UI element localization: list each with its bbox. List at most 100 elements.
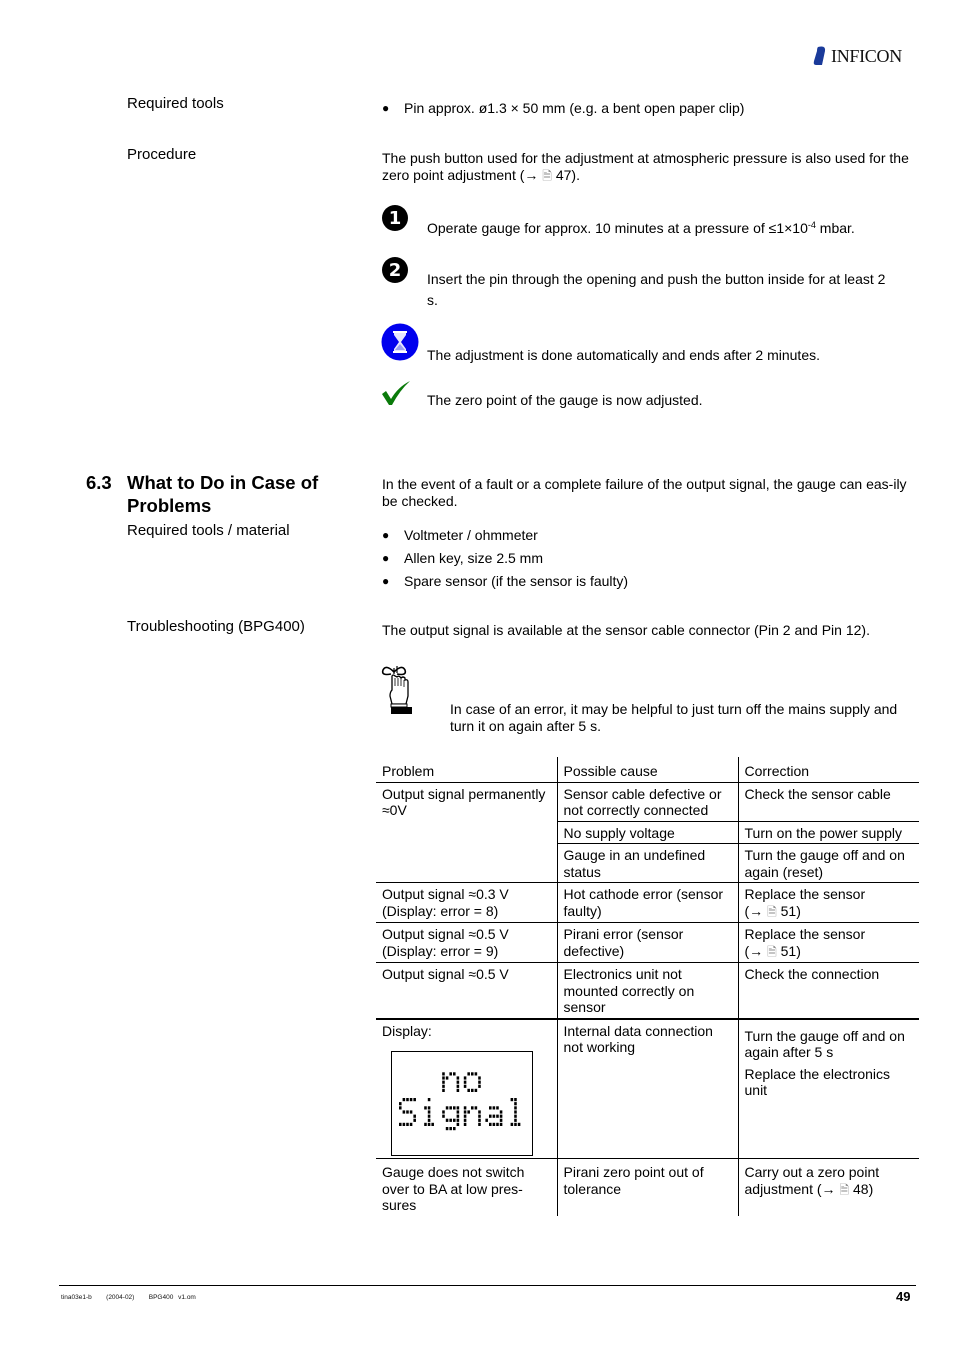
lcd-display: [391, 1051, 533, 1156]
lcd-pixel: [413, 1098, 416, 1102]
lcd-pixel: [499, 1122, 503, 1126]
correction-cell: Check the sensor cable: [737, 782, 919, 822]
footer-divider: [59, 1285, 916, 1286]
lcd-pixel: [409, 1122, 413, 1126]
lcd-pixel: [492, 1122, 496, 1126]
lcd-pixel: [449, 1127, 452, 1131]
lcd-pixel: [478, 1076, 481, 1080]
lcd-pixel: [463, 1076, 467, 1080]
page-number: 49: [896, 1289, 911, 1304]
cause-cell: Hot cathode error (sensor faulty): [556, 882, 738, 923]
lcd-pixel: [478, 1114, 481, 1118]
lcd-pixel: [496, 1122, 499, 1126]
procedure-label: Procedure: [127, 146, 197, 163]
lcd-pixel: [478, 1122, 481, 1126]
inficon-logo-icon: [813, 46, 826, 65]
lcd-pixel: [406, 1110, 409, 1114]
lcd-pixel: [453, 1118, 456, 1122]
lcd-pixel: [474, 1072, 478, 1076]
procedure-intro: The push button used for the adjustment …: [382, 150, 909, 183]
correction-cell: Turn the gauge off and on again after 5 …: [737, 1018, 919, 1159]
lcd-pixel: [496, 1106, 499, 1110]
required-material-label: Required tools / material: [127, 522, 290, 539]
lcd-pixel: [467, 1110, 470, 1114]
required-tools-label: Required tools: [127, 95, 224, 112]
step-1-icon: 1: [382, 205, 408, 231]
lcd-pixel: [445, 1118, 449, 1122]
lcd-pixel: [442, 1080, 445, 1084]
lcd-pixel: [453, 1072, 456, 1076]
problem-cell: Display:: [376, 1018, 557, 1159]
section-heading: 6.3 What to Do in Case of Problems: [86, 471, 337, 517]
correction-cell: Check the connection: [737, 962, 919, 1020]
lcd-pixel: [445, 1127, 449, 1131]
lcd-pixel: [474, 1106, 478, 1110]
correction-cell: Replace the sensor (→ 🗎 51): [737, 922, 919, 963]
lcd-pixel: [492, 1114, 496, 1118]
lcd-pixel: [413, 1114, 416, 1118]
lcd-pixel: [406, 1098, 409, 1102]
lcd-pixel: [496, 1114, 499, 1118]
step-1-text: Operate gauge for approx. 10 minutes at …: [427, 220, 855, 236]
lcd-pixel: [427, 1114, 431, 1118]
page-ref[interactable]: 51: [781, 943, 797, 959]
result-text: The zero point of the gauge is now adjus…: [427, 392, 703, 408]
lcd-pixel: [442, 1114, 445, 1118]
wait-text: The adjustment is done automatically and…: [427, 347, 820, 363]
cause-cell: Sensor cable defective or not correctly …: [556, 782, 738, 822]
lcd-pixel: [471, 1072, 474, 1076]
lcd-pixel: [471, 1106, 474, 1110]
troubleshooting-table: Problem Possible cause Correction Output…: [376, 757, 919, 1216]
required-material-list: ● Voltmeter / ohmmeter ● Allen key, size 2…: [382, 527, 628, 590]
cause-cell: Pirani zero point out of tolerance: [556, 1158, 738, 1216]
table-row: Output signal ≈0.3 V (Display: error = 8…: [376, 882, 919, 923]
section-title: What to Do in Case of Problems: [127, 472, 319, 516]
table-row: Display: Internal data connection not wo…: [376, 1018, 919, 1159]
lcd-pixel: [478, 1118, 481, 1122]
lcd-pixel: [402, 1110, 406, 1114]
lcd-pixel: [463, 1114, 467, 1118]
lcd-pixel: [463, 1118, 467, 1122]
table-row: Output signal permanently ≈0V Sensor cab…: [376, 782, 919, 883]
lcd-pixel: [514, 1106, 517, 1110]
lcd-pixel: [442, 1072, 445, 1076]
lcd-pixel: [456, 1084, 460, 1088]
lcd-pixel: [514, 1118, 517, 1122]
lcd-pixel: [449, 1106, 452, 1110]
check-icon: [382, 381, 410, 405]
list-item: ● Spare sensor (if the sensor is faulty): [382, 573, 629, 589]
step-2-text: Insert the pin through the opening and p…: [427, 271, 886, 308]
page-ref[interactable]: 51: [781, 903, 797, 919]
lcd-pixel: [402, 1098, 406, 1102]
lcd-pixel: [478, 1110, 481, 1114]
lcd-pixel: [456, 1088, 460, 1092]
lcd-pixel: [499, 1114, 503, 1118]
lcd-pixel: [456, 1076, 460, 1080]
lcd-pixel: [514, 1114, 517, 1118]
column-header: Correction: [737, 757, 919, 783]
brand-name: INFICON: [831, 45, 902, 66]
correction-cell: Carry out a zero point adjustment (→ 🗎 4…: [737, 1158, 919, 1216]
lcd-pixel: [510, 1098, 514, 1102]
column-header: Problem: [376, 757, 557, 783]
lcd-pixel: [514, 1110, 517, 1114]
page-ref[interactable]: 47: [556, 167, 572, 183]
problem-cell: Output signal ≈0.5 V (Display: error = 9…: [376, 922, 557, 963]
lcd-pixel: [427, 1122, 431, 1126]
lcd-pixel: [427, 1118, 431, 1122]
page-ref[interactable]: 48: [853, 1181, 869, 1197]
bullet: ●: [382, 101, 390, 115]
table-row: Gauge does not switch over to BA at low …: [376, 1158, 919, 1216]
lcd-pixel: [399, 1106, 402, 1110]
lcd-pixel: [399, 1122, 402, 1126]
inficon-logo: INFICON: [812, 44, 916, 68]
lcd-pixel: [467, 1072, 470, 1076]
lcd-pixel: [456, 1110, 460, 1114]
problem-cell: Output signal ≈0.3 V (Display: error = 8…: [376, 882, 557, 923]
lcd-pixel: [485, 1118, 488, 1122]
page-ref-icon: 🗎: [839, 1182, 850, 1197]
troubleshooting-intro: The output signal is available at the se…: [382, 622, 870, 638]
list-item: ● Allen key, size 2.5 mm: [382, 550, 544, 566]
lcd-pixel: [478, 1080, 481, 1084]
lcd-pixel: [456, 1106, 460, 1110]
